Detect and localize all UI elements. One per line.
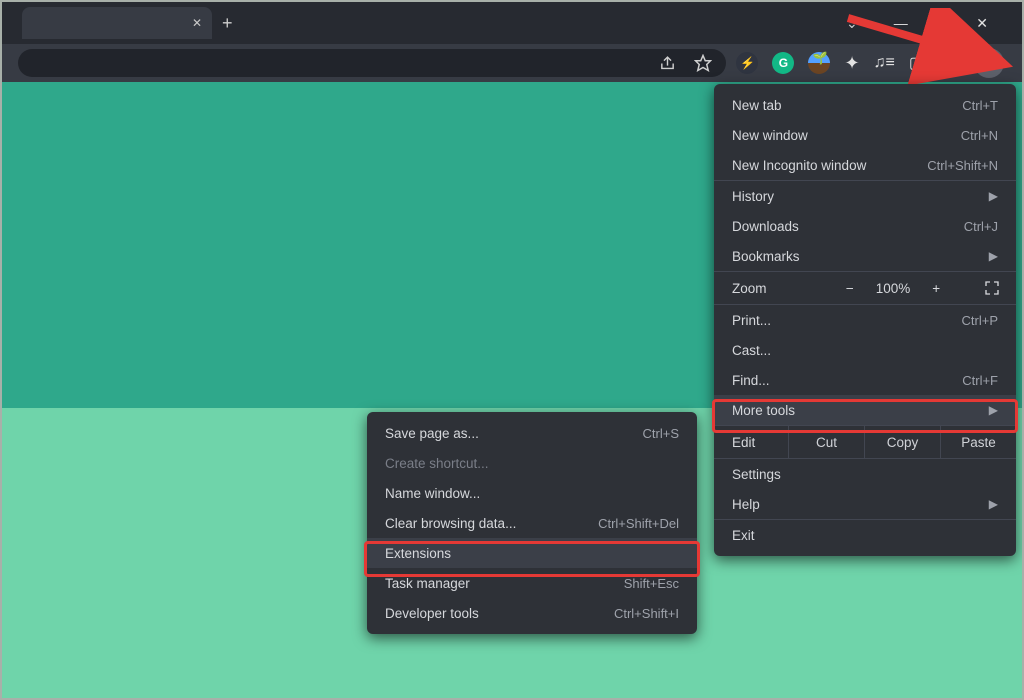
- menu-history[interactable]: History▶: [714, 181, 1016, 211]
- bookmark-star-icon[interactable]: [694, 54, 712, 72]
- submenu-save-page[interactable]: Save page as...Ctrl+S: [367, 418, 697, 448]
- menu-settings[interactable]: Settings: [714, 459, 1016, 489]
- submenu-name-window[interactable]: Name window...: [367, 478, 697, 508]
- zoom-in-button[interactable]: +: [932, 281, 940, 296]
- chevron-right-icon: ▶: [989, 403, 998, 417]
- menu-print[interactable]: Print...Ctrl+P: [714, 305, 1016, 335]
- titlebar: ✕ + ⌄ — ❐ ✕: [2, 2, 1022, 44]
- menu-new-tab[interactable]: New tabCtrl+T: [714, 90, 1016, 120]
- menu-cast[interactable]: Cast...: [714, 335, 1016, 365]
- extensions-puzzle-icon[interactable]: ✦: [844, 53, 859, 74]
- submenu-create-shortcut: Create shortcut...: [367, 448, 697, 478]
- submenu-dev-tools[interactable]: Developer toolsCtrl+Shift+I: [367, 598, 697, 628]
- menu-zoom: Zoom − 100% +: [714, 272, 1016, 304]
- tab-close-icon[interactable]: ✕: [192, 16, 202, 30]
- menu-incognito[interactable]: New Incognito windowCtrl+Shift+N: [714, 150, 1016, 180]
- edit-label: Edit: [714, 426, 788, 458]
- address-bar[interactable]: [18, 49, 726, 77]
- window-close-button[interactable]: ✕: [976, 15, 988, 32]
- menu-new-window[interactable]: New windowCtrl+N: [714, 120, 1016, 150]
- submenu-extensions[interactable]: Extensions: [367, 538, 697, 568]
- menu-downloads[interactable]: DownloadsCtrl+J: [714, 211, 1016, 241]
- menu-help[interactable]: Help▶: [714, 489, 1016, 519]
- new-tab-button[interactable]: +: [222, 13, 233, 34]
- edit-cut-button[interactable]: Cut: [788, 426, 864, 458]
- submenu-task-manager[interactable]: Task managerShift+Esc: [367, 568, 697, 598]
- menu-edit-row: Edit Cut Copy Paste: [714, 426, 1016, 458]
- chevron-right-icon: ▶: [989, 249, 998, 263]
- share-icon[interactable]: [659, 55, 676, 72]
- menu-more-tools[interactable]: More tools▶: [714, 395, 1016, 425]
- chrome-menu-button[interactable]: ⋮: [974, 48, 1004, 78]
- menu-find[interactable]: Find...Ctrl+F: [714, 365, 1016, 395]
- tab-search-button[interactable]: ⌄: [846, 15, 858, 32]
- fullscreen-icon[interactable]: [984, 280, 1000, 296]
- menu-exit[interactable]: Exit: [714, 520, 1016, 550]
- browser-tab[interactable]: ✕: [22, 7, 212, 39]
- extension-plant-icon[interactable]: [808, 52, 830, 74]
- zoom-out-button[interactable]: −: [846, 281, 854, 296]
- chrome-main-menu: New tabCtrl+T New windowCtrl+N New Incog…: [714, 84, 1016, 556]
- extension-grammarly-icon[interactable]: G: [772, 52, 794, 74]
- side-panel-icon[interactable]: ▢: [909, 53, 924, 73]
- edit-paste-button[interactable]: Paste: [940, 426, 1016, 458]
- vertical-dots-icon: ⋮: [980, 54, 998, 72]
- chevron-right-icon: ▶: [989, 189, 998, 203]
- window-restore-button[interactable]: ❐: [936, 15, 949, 32]
- window-minimize-button[interactable]: —: [894, 15, 908, 32]
- submenu-clear-data[interactable]: Clear browsing data...Ctrl+Shift+Del: [367, 508, 697, 538]
- extension-bolt-icon[interactable]: ⚡: [736, 52, 758, 74]
- toolbar: ⚡ G ✦ ♫≡ ▢ ⋮: [2, 44, 1022, 82]
- extension-icons: ⚡ G ✦ ♫≡ ▢ ⋮: [726, 48, 1016, 78]
- more-tools-submenu: Save page as...Ctrl+S Create shortcut...…: [367, 412, 697, 634]
- media-control-icon[interactable]: ♫≡: [874, 54, 895, 72]
- menu-bookmarks[interactable]: Bookmarks▶: [714, 241, 1016, 271]
- chevron-right-icon: ▶: [989, 497, 998, 511]
- edit-copy-button[interactable]: Copy: [864, 426, 940, 458]
- profile-avatar[interactable]: [938, 52, 960, 74]
- zoom-level: 100%: [876, 281, 911, 296]
